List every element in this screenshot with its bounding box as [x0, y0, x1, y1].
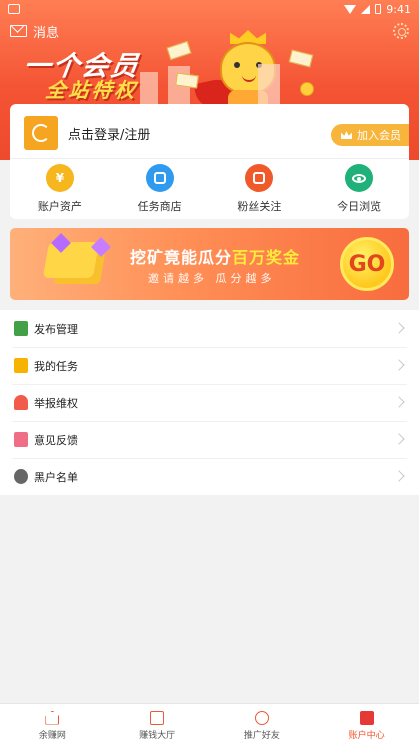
join-vip-button[interactable]: 加入会员 [331, 124, 409, 146]
crown-icon [341, 131, 352, 139]
quick-link-assets[interactable]: ¥ 账户资产 [10, 164, 110, 214]
chevron-right-icon [393, 322, 405, 334]
city-decoration [258, 64, 280, 104]
join-vip-label: 加入会员 [357, 129, 401, 142]
chevron-right-icon [393, 396, 405, 408]
menu-item-label: 黑户名单 [34, 470, 78, 484]
promo-banner[interactable]: 挖矿竟能瓜分百万奖金 邀请越多 瓜分越多 GO [10, 228, 409, 300]
publish-icon [14, 321, 28, 336]
go-button[interactable]: GO [340, 237, 394, 291]
menu-item-label: 意见反馈 [34, 433, 78, 447]
menu-item-label: 我的任务 [34, 359, 78, 373]
messages-label: 消息 [33, 25, 60, 41]
notification-icon [8, 4, 20, 14]
menu-item-tasks[interactable]: 我的任务 [0, 347, 419, 384]
menu-item-publish[interactable]: 发布管理 [0, 310, 419, 347]
signal-icon [361, 4, 371, 14]
menu-item-feedback[interactable]: 意见反馈 [0, 421, 419, 458]
wifi-icon [344, 4, 357, 14]
menu-item-label: 发布管理 [34, 322, 78, 336]
status-bar: 9:41 [0, 0, 419, 18]
promo-subtitle: 邀请越多 瓜分越多 [148, 272, 276, 285]
menu-item-report[interactable]: 举报维权 [0, 384, 419, 421]
friend-icon [254, 710, 269, 725]
tab-label: 赚钱大厅 [139, 730, 176, 741]
quick-link-label: 粉丝关注 [237, 200, 282, 213]
quick-link-fans[interactable]: 粉丝关注 [210, 164, 310, 214]
bell-icon [14, 395, 28, 410]
tab-account[interactable]: 账户中心 [314, 704, 419, 747]
menu-item-label: 举报维权 [34, 396, 78, 410]
store-icon [145, 164, 174, 192]
login-row[interactable]: 点击登录/注册 [24, 116, 150, 150]
gear-icon[interactable] [393, 23, 409, 39]
mail-icon [10, 25, 27, 37]
coin-decoration [300, 82, 314, 96]
wallet-icon [359, 710, 374, 725]
task-icon [14, 358, 28, 373]
account-card: 点击登录/注册 加入会员 ¥ 账户资产 任务商店 粉丝关注 今日浏览 [10, 104, 409, 219]
money-decoration [175, 72, 199, 89]
blacklist-icon [14, 469, 28, 484]
money-decoration [166, 40, 192, 61]
home-icon [45, 710, 60, 725]
feedback-icon [14, 432, 28, 447]
battery-icon [375, 4, 382, 14]
quick-link-store[interactable]: 任务商店 [110, 164, 210, 214]
yuan-coin-icon: ¥ [45, 164, 74, 192]
eye-icon [345, 164, 374, 192]
tab-label: 账户中心 [348, 730, 385, 741]
menu-list: 发布管理 我的任务 举报维权 意见反馈 黑户名单 [0, 310, 419, 495]
tab-label: 推广好友 [243, 730, 280, 741]
quick-link-today[interactable]: 今日浏览 [309, 164, 409, 214]
tab-invite[interactable]: 推广好友 [210, 704, 315, 747]
status-time: 9:41 [386, 2, 411, 16]
logo-icon [32, 124, 50, 142]
avatar[interactable] [24, 116, 58, 150]
tab-label: 余赚网 [38, 730, 66, 741]
messages-button[interactable]: 消息 [10, 22, 59, 41]
banner-subtitle: 全站特权 [44, 78, 140, 102]
quick-link-label: 任务商店 [137, 200, 182, 213]
chevron-right-icon [393, 470, 405, 482]
chart-icon [150, 710, 165, 725]
chevron-right-icon [393, 359, 405, 371]
menu-item-blacklist[interactable]: 黑户名单 [0, 458, 419, 495]
money-decoration [288, 49, 314, 68]
divider [10, 158, 409, 159]
login-link[interactable]: 点击登录/注册 [68, 124, 150, 143]
ticket-icon [245, 164, 274, 192]
promo-title: 挖矿竟能瓜分百万奖金 [130, 248, 301, 267]
tab-home[interactable]: 余赚网 [0, 704, 105, 747]
quick-links: ¥ 账户资产 任务商店 粉丝关注 今日浏览 [10, 164, 409, 214]
chevron-right-icon [393, 433, 405, 445]
bottom-tab-bar: 余赚网 赚钱大厅 推广好友 账户中心 [0, 703, 419, 747]
quick-link-label: 今日浏览 [337, 200, 382, 213]
tab-hall[interactable]: 赚钱大厅 [105, 704, 210, 747]
quick-link-label: 账户资产 [37, 200, 82, 213]
